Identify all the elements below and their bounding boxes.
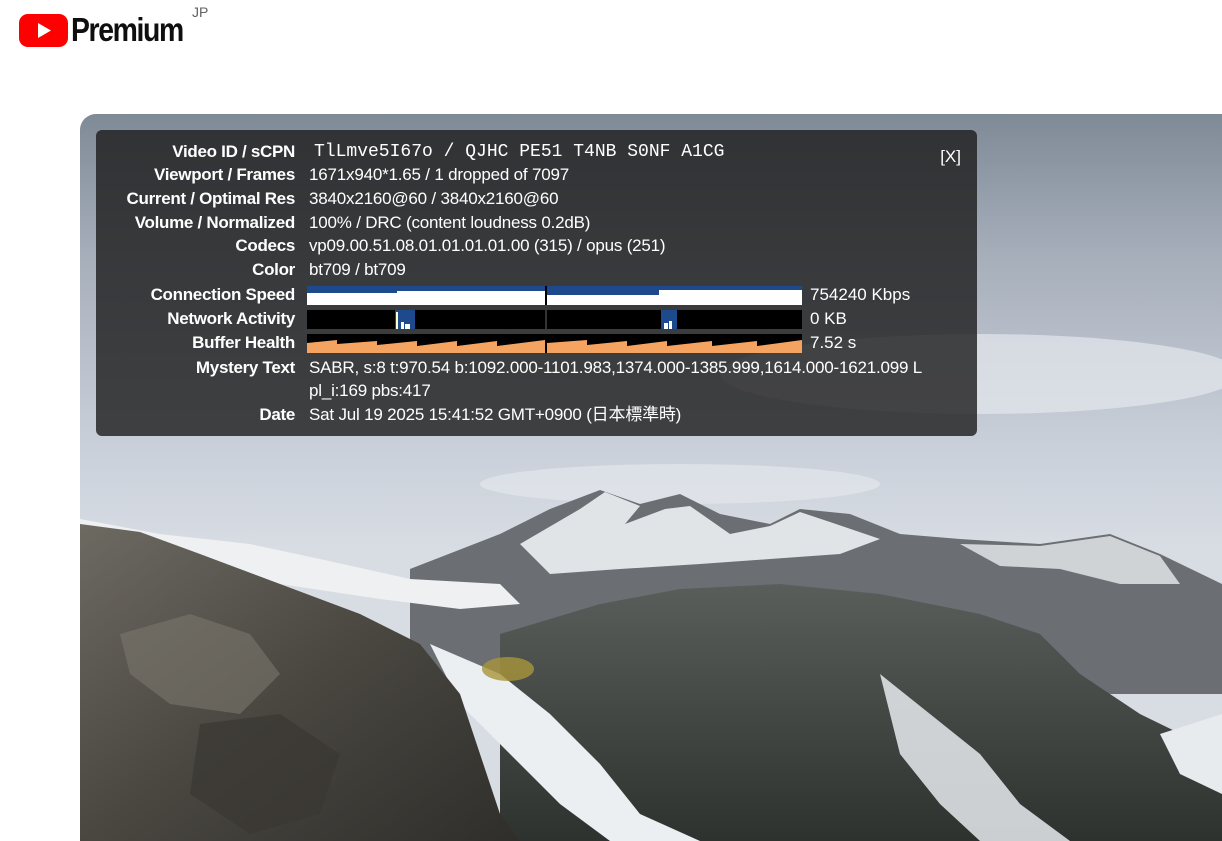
video-player[interactable]: [X] Video ID / sCPN TlLmve5I67o / QJHC P… (80, 114, 1222, 841)
buffer-health-graph (307, 334, 802, 353)
close-stats-button[interactable]: [X] (940, 147, 961, 167)
youtube-premium-logo[interactable]: Premium (19, 10, 201, 50)
stats-label: Video ID / sCPN (172, 142, 295, 161)
stats-label: Network Activity (167, 309, 295, 328)
network-activity-graph (307, 310, 802, 329)
stats-for-nerds-panel: [X] Video ID / sCPN TlLmve5I67o / QJHC P… (96, 130, 977, 436)
stats-value: bt709 / bt709 (309, 260, 406, 279)
stats-label: Mystery Text (195, 358, 295, 377)
buffer-health-value: 7.52 s (810, 333, 857, 352)
connection-speed-graph (307, 286, 802, 305)
stats-row-buffer-health: Buffer Health 7.52 s (96, 331, 977, 355)
stats-value: Sat Jul 19 2025 15:41:52 GMT+0900 (日本標準時… (309, 405, 682, 424)
stats-label: Connection Speed (150, 285, 296, 304)
stats-value: 1671x940*1.65 / 1 dropped of 7097 (309, 165, 569, 184)
stats-row-network-activity: Network Activity 0 KB (96, 307, 977, 331)
stats-label: Viewport / Frames (153, 165, 295, 184)
connection-speed-value: 754240 Kbps (810, 285, 911, 304)
mystery-text-line-1: SABR, s:8 t:970.54 b:1092.000-1101.983,1… (309, 358, 923, 377)
stats-value: TlLmve5I67o / QJHC PE51 T4NB S0NF A1CG (314, 142, 725, 162)
stats-label: Color (252, 260, 295, 279)
brand-text: Premium (71, 11, 184, 48)
stats-value: 100% / DRC (content loudness 0.2dB) (309, 213, 591, 232)
stats-label: Volume / Normalized (134, 213, 296, 232)
network-activity-value: 0 KB (810, 309, 847, 328)
youtube-play-icon (19, 13, 68, 47)
stats-value: vp09.00.51.08.01.01.01.01.00 (315) / opu… (309, 236, 666, 255)
stats-label: Codecs (235, 236, 295, 255)
region-code: JP (192, 4, 209, 20)
stats-label: Date (259, 405, 295, 424)
mystery-text-line-2: pl_i:169 pbs:417 (309, 381, 431, 400)
stats-label: Current / Optimal Res (126, 189, 296, 208)
stats-label: Buffer Health (192, 333, 295, 352)
stats-row-connection-speed: Connection Speed 754240 Kbps (96, 283, 977, 307)
stats-value: 3840x2160@60 / 3840x2160@60 (309, 189, 559, 208)
